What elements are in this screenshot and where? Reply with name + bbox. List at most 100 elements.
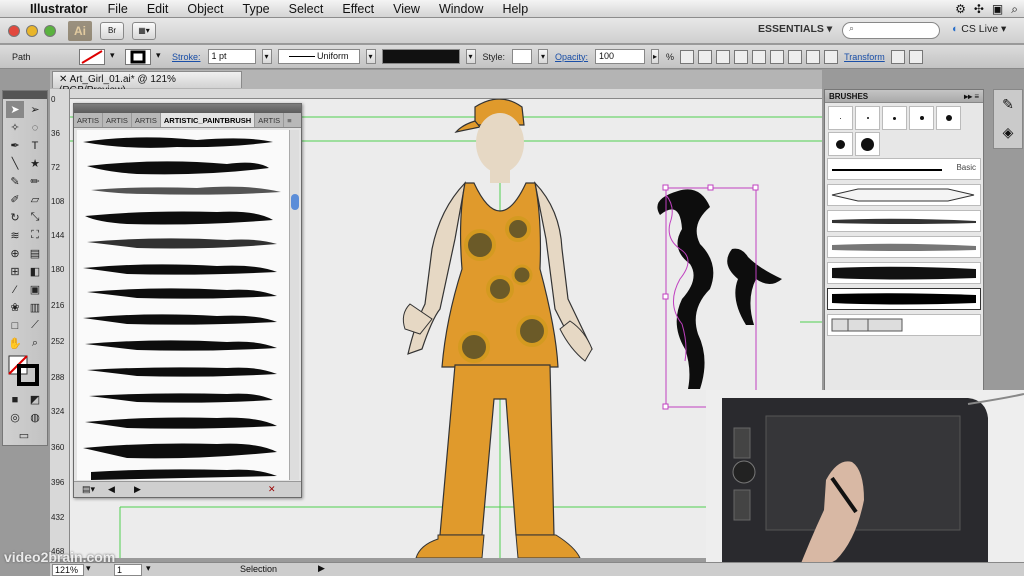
perspective-grid-tool-icon[interactable]: ▤ xyxy=(26,245,44,262)
document-tab[interactable]: ✕ Art_Girl_01.ai* @ 121% (RGB/Preview) xyxy=(52,71,242,96)
draw-behind-icon[interactable]: ◍ xyxy=(26,409,44,426)
menu-view[interactable]: View xyxy=(393,2,420,16)
paintbrush-tool-icon[interactable]: ✎ xyxy=(6,173,24,190)
library-tab-active[interactable]: ARTISTIC_PAINTBRUSH xyxy=(160,113,256,127)
stroke-dropdown-icon[interactable]: ▾ xyxy=(156,50,166,64)
arrow-brush-row[interactable] xyxy=(827,184,981,206)
menu-file[interactable]: File xyxy=(108,2,128,16)
stroke-panel-link[interactable]: Stroke: xyxy=(172,52,201,62)
gradient-mode-icon[interactable]: ◩ xyxy=(26,391,44,408)
menu-edit[interactable]: Edit xyxy=(147,2,169,16)
remove-brush-icon[interactable]: ✕ xyxy=(268,484,276,495)
opacity-panel-link[interactable]: Opacity: xyxy=(555,52,588,62)
search-spotlight-icon[interactable]: ⌕ xyxy=(1011,2,1018,17)
variable-width-profile[interactable]: Uniform xyxy=(277,49,360,64)
brush-dot[interactable] xyxy=(936,106,961,130)
profile-dropdown[interactable]: ▾ xyxy=(365,49,376,64)
zoom-window-button[interactable] xyxy=(44,24,56,37)
align-right-icon[interactable] xyxy=(770,49,785,64)
gradient-tool-icon[interactable]: ◧ xyxy=(26,263,44,280)
align-center-icon[interactable] xyxy=(752,49,767,64)
type-tool-icon[interactable]: T xyxy=(26,137,44,154)
rotate-tool-icon[interactable]: ↻ xyxy=(6,209,24,226)
close-tab-icon[interactable]: ✕ xyxy=(59,74,70,85)
tools-panel-titlebar[interactable] xyxy=(3,91,47,99)
direct-selection-tool-icon[interactable]: ➢ xyxy=(26,101,44,118)
brush-definition-dropdown[interactable]: ▾ xyxy=(465,49,476,64)
artboard-tool-icon[interactable]: □ xyxy=(6,317,24,334)
brush-stroke-artwork[interactable] xyxy=(657,184,782,410)
brush-dot[interactable] xyxy=(909,106,934,130)
display-icon[interactable]: ▣ xyxy=(992,2,1003,17)
pattern-brush-row[interactable] xyxy=(827,314,981,336)
basic-brush-row[interactable]: Basic xyxy=(827,158,981,180)
menu-help[interactable]: Help xyxy=(502,2,528,16)
eraser-tool-icon[interactable]: ▱ xyxy=(26,191,44,208)
menu-effect[interactable]: Effect xyxy=(342,2,374,16)
eyedropper-tool-icon[interactable]: ⁄ xyxy=(6,281,24,298)
graphic-style-swatch[interactable] xyxy=(512,49,533,64)
draw-mode-icon[interactable]: ◎ xyxy=(6,409,24,426)
free-transform-tool-icon[interactable]: ⛶ xyxy=(26,227,44,244)
library-tab[interactable]: ARTIS xyxy=(74,113,103,127)
app-name-menu[interactable]: Illustrator xyxy=(30,2,88,16)
menu-window[interactable]: Window xyxy=(439,2,483,16)
selection-tool-icon[interactable]: ➤ xyxy=(6,101,24,118)
cs-live-button[interactable]: ◐ CS Live ▾ xyxy=(952,23,1006,35)
menu-object[interactable]: Object xyxy=(187,2,223,16)
brush-dot[interactable] xyxy=(855,132,880,156)
brush-dot[interactable] xyxy=(828,106,853,130)
mesh-tool-icon[interactable]: ⊞ xyxy=(6,263,24,280)
color-mode-icon[interactable]: ■ xyxy=(6,391,24,408)
library-panel-menu-icon[interactable]: ≡ xyxy=(284,113,294,127)
brushes-dock-icon[interactable]: ✎ xyxy=(994,90,1022,118)
library-scroll-thumb[interactable] xyxy=(291,194,299,210)
extras-icon[interactable]: ✣ xyxy=(974,2,984,17)
close-window-button[interactable] xyxy=(8,24,20,37)
help-search-input[interactable]: ⌕ xyxy=(842,22,940,39)
zoom-field[interactable]: 121% xyxy=(52,564,84,576)
next-library-icon[interactable]: ▶ xyxy=(134,484,141,495)
library-scrollbar[interactable] xyxy=(289,130,299,480)
align-left-icon[interactable] xyxy=(734,49,749,64)
status-label[interactable]: Selection xyxy=(240,564,277,574)
hand-tool-icon[interactable]: ✋ xyxy=(6,335,24,352)
menu-select[interactable]: Select xyxy=(289,2,324,16)
workspace-switcher[interactable]: ESSENTIALS ▾ xyxy=(758,23,832,35)
pen-tool-icon[interactable]: ✒ xyxy=(6,137,24,154)
fill-stroke-swatch-icon[interactable] xyxy=(8,355,44,387)
warp-tool-icon[interactable]: ≋ xyxy=(6,227,24,244)
stroke-weight-field[interactable]: 1 pt xyxy=(207,49,256,64)
transform-panel-link[interactable]: Transform xyxy=(844,52,885,62)
brush-dot[interactable] xyxy=(855,106,880,130)
symbol-sprayer-tool-icon[interactable]: ❀ xyxy=(6,299,24,316)
sync-icon[interactable]: ⚙ xyxy=(955,2,966,17)
align-top-icon[interactable] xyxy=(788,49,803,64)
artboard-dropdown-icon[interactable]: ▾ xyxy=(146,563,151,574)
select-similar-icon[interactable] xyxy=(698,49,713,64)
library-tab[interactable]: ARTIS xyxy=(103,113,132,127)
vertical-ruler[interactable]: 0 36 72 108 144 180 216 252 288 324 360 … xyxy=(50,89,70,559)
status-menu-icon[interactable]: ▶ xyxy=(318,563,325,574)
bridge-button[interactable]: Br xyxy=(100,21,124,40)
menu-type[interactable]: Type xyxy=(243,2,270,16)
lasso-tool-icon[interactable]: ◌ xyxy=(26,119,44,136)
opacity-field[interactable]: 100 xyxy=(595,49,646,64)
graph-tool-icon[interactable]: ▥ xyxy=(26,299,44,316)
magic-wand-tool-icon[interactable]: ✧ xyxy=(6,119,24,136)
control-panel-menu-icon[interactable] xyxy=(908,49,923,64)
brush-dot[interactable] xyxy=(882,106,907,130)
fill-swatch[interactable] xyxy=(79,48,105,65)
isolate-group-icon[interactable] xyxy=(890,49,905,64)
brush-row[interactable] xyxy=(827,210,981,232)
pencil-tool-icon[interactable]: ✏ xyxy=(26,173,44,190)
slice-tool-icon[interactable]: ⟋ xyxy=(26,317,44,334)
horizontal-ruler[interactable] xyxy=(70,89,822,99)
stroke-weight-dropdown[interactable]: ▾ xyxy=(261,49,272,64)
fill-dropdown-icon[interactable]: ▾ xyxy=(110,50,120,64)
brush-row[interactable] xyxy=(827,236,981,258)
graphic-style-dropdown[interactable]: ▾ xyxy=(538,49,549,64)
shape-builder-tool-icon[interactable]: ⊕ xyxy=(6,245,24,262)
align-bottom-icon[interactable] xyxy=(824,49,839,64)
artboard-number-field[interactable]: 1 xyxy=(114,564,142,576)
